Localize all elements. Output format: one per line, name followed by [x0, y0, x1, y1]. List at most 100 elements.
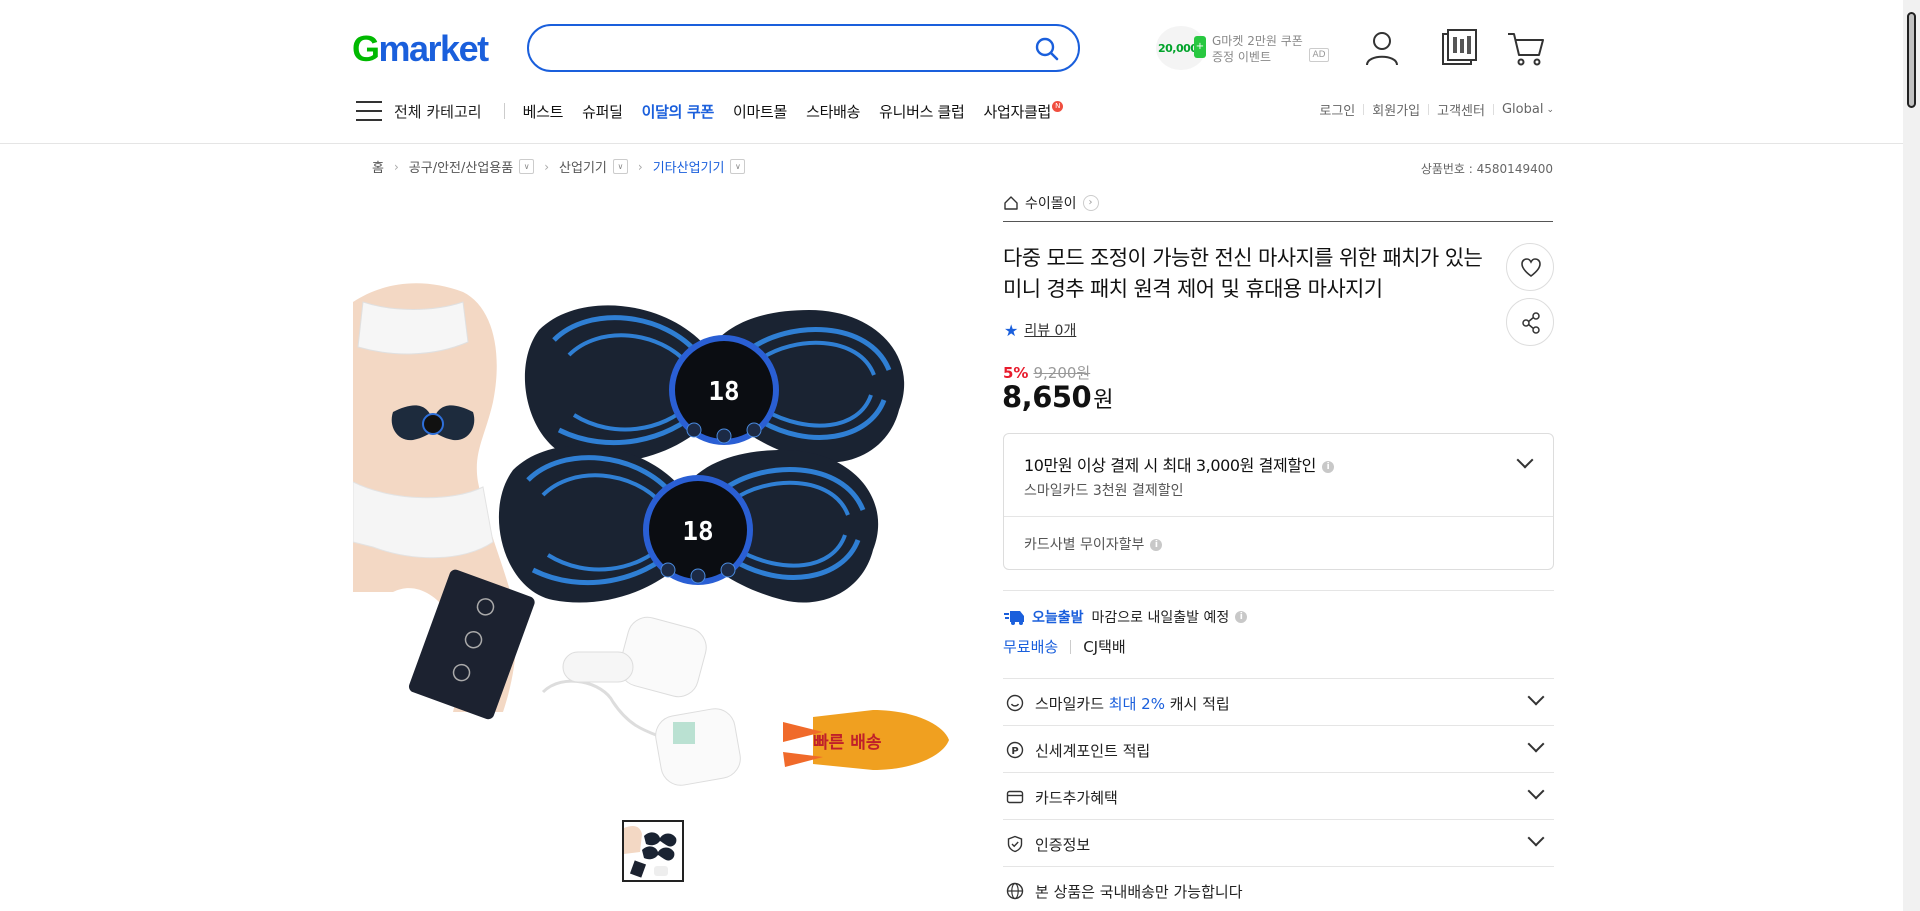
- credit-card-icon: [1006, 790, 1024, 804]
- globe-icon: [1006, 882, 1024, 900]
- star-icon: ★: [1004, 320, 1019, 340]
- certification-row[interactable]: 인증정보: [1003, 819, 1554, 866]
- info-icon[interactable]: i: [1321, 460, 1334, 473]
- dropdown-icon[interactable]: ∨: [519, 159, 535, 174]
- price-unit: 원: [1093, 388, 1113, 413]
- page-scrollbar[interactable]: [1903, 0, 1920, 911]
- chevron-right-icon: ›: [1082, 195, 1099, 211]
- coupon-ad-banner[interactable]: 20,000 + G마켓 2만원 쿠폰 증정 이벤트 AD: [1154, 22, 1334, 72]
- chevron-right-icon: ›: [544, 159, 550, 174]
- nav-star-delivery[interactable]: 스타배송: [806, 101, 860, 122]
- certification-label: 인증정보: [1035, 836, 1091, 854]
- breadcrumb-cat1[interactable]: 공구/안전/산업용품: [409, 157, 513, 176]
- nav-monthly-coupon[interactable]: 이달의 쿠폰: [642, 101, 715, 122]
- search-icon[interactable]: [1034, 36, 1060, 62]
- shipping-eta: 마감으로 내일출발 예정: [1091, 610, 1230, 626]
- breadcrumb-cat2[interactable]: 산업기기: [559, 157, 607, 176]
- wishlist-button[interactable]: [1506, 243, 1554, 291]
- chevron-down-icon: [1527, 782, 1545, 800]
- utility-links: 로그인 회원가입 고객센터 Global ⌄: [1319, 100, 1554, 119]
- dropdown-icon[interactable]: ∨: [612, 159, 628, 174]
- nav-superdeal[interactable]: 슈퍼딜: [582, 101, 623, 122]
- new-badge: N: [1052, 100, 1064, 112]
- scrollbar-thumb[interactable]: [1907, 12, 1916, 108]
- cart-icon[interactable]: [1506, 28, 1546, 68]
- courier-name: CJ택배: [1083, 638, 1126, 656]
- header-divider: [0, 143, 1903, 144]
- point-icon: P: [1006, 741, 1024, 759]
- ad-badge: AD: [1309, 48, 1329, 62]
- payment-benefit-box[interactable]: 10만원 이상 결제 시 최대 3,000원 결제할인 i 스마일카드 3천원 결…: [1003, 433, 1554, 570]
- heart-icon: [1521, 258, 1541, 278]
- chevron-down-icon: ⌄: [1546, 104, 1554, 115]
- breadcrumb-cat3[interactable]: 기타산업기기: [653, 157, 725, 176]
- store-home-icon: [1004, 196, 1018, 210]
- product-title: 다중 모드 조정이 가능한 전신 마사지를 위한 패치가 있는 미니 경추 패치…: [1003, 246, 1483, 301]
- svg-text:P: P: [1011, 746, 1018, 757]
- recent-viewed-icon[interactable]: [1438, 28, 1478, 68]
- my-account-icon[interactable]: [1362, 28, 1402, 68]
- today-shipping-label: 오늘출발: [1032, 610, 1084, 626]
- seller-name: 수이몰이: [1025, 196, 1077, 212]
- chevron-right-icon: ›: [637, 159, 643, 174]
- ad-line2: 증정 이벤트: [1212, 50, 1272, 64]
- chevron-down-icon: [1527, 735, 1545, 753]
- domestic-shipping-label: 본 상품은 국내배송만 가능합니다: [1035, 883, 1243, 901]
- sale-price: 8,650원: [1002, 380, 1113, 414]
- seller-link[interactable]: 수이몰이 ›: [1003, 193, 1099, 213]
- shipping-info: 오늘출발 마감으로 내일출발 예정 i: [1004, 607, 1248, 627]
- sticker-text: 빠른 배송: [813, 733, 882, 753]
- nav-universe-club[interactable]: 유니버스 클럽: [879, 101, 965, 122]
- chevron-down-icon: [1527, 829, 1545, 847]
- thumbnail-image: [624, 822, 682, 880]
- nav-best[interactable]: 베스트: [523, 101, 564, 122]
- smile-icon: [1006, 694, 1024, 712]
- smilecard-cashback-row[interactable]: 스마일카드 최대 2% 캐시 적립: [1003, 678, 1554, 725]
- all-categories-link[interactable]: 전체 카테고리: [394, 101, 482, 122]
- signup-link[interactable]: 회원가입: [1372, 100, 1420, 119]
- card-extra-benefit-row[interactable]: 카드추가혜택: [1003, 772, 1554, 819]
- smilecard-cashback-label: 스마일카드 최대 2% 캐시 적립: [1035, 695, 1230, 713]
- customer-center-link[interactable]: 고객센터: [1437, 100, 1485, 119]
- main-nav: 전체 카테고리 베스트 슈퍼딜 이달의 쿠폰 이마트몰 스타배송 유니버스 클럽…: [356, 96, 1082, 126]
- delivery-method: 무료배송 CJ택배: [1003, 636, 1126, 657]
- nav-emart[interactable]: 이마트몰: [733, 101, 787, 122]
- search-box[interactable]: [527, 24, 1080, 72]
- shield-check-icon: [1007, 835, 1023, 853]
- nav-business-club[interactable]: 사업자클럽 N: [983, 100, 1064, 122]
- chevron-down-icon: [1527, 688, 1545, 706]
- nav-business-club-label: 사업자클럽: [983, 102, 1052, 121]
- info-icon[interactable]: i: [1150, 539, 1163, 551]
- gmarket-logo[interactable]: Gmarket: [352, 28, 489, 70]
- benefit-subtitle: 스마일카드 3천원 결제할인: [1024, 483, 1184, 499]
- search-input[interactable]: [549, 26, 1029, 70]
- price-value: 8,650: [1002, 380, 1092, 414]
- nav-divider: [503, 103, 505, 119]
- global-link[interactable]: Global: [1502, 102, 1543, 117]
- product-number: 상품번호 : 4580149400: [1420, 162, 1553, 176]
- domestic-shipping-row: 본 상품은 국내배송만 가능합니다: [1003, 866, 1554, 911]
- breadcrumb-home[interactable]: 홈: [372, 157, 384, 176]
- chevron-right-icon: ›: [393, 159, 399, 174]
- login-link[interactable]: 로그인: [1319, 100, 1355, 119]
- review-summary[interactable]: ★ 리뷰 0개: [1004, 320, 1076, 340]
- share-button[interactable]: [1506, 298, 1554, 346]
- review-count: 리뷰 0개: [1024, 323, 1077, 339]
- product-main-image[interactable]: 18 18 빠른 배송: [353, 262, 949, 792]
- card-extra-benefit-label: 카드추가혜택: [1035, 789, 1118, 807]
- menu-icon[interactable]: [356, 101, 382, 121]
- display-digits: 18: [682, 517, 713, 547]
- dropdown-icon[interactable]: ∨: [730, 159, 746, 174]
- shinsegae-point-row[interactable]: P 신세계포인트 적립: [1003, 725, 1554, 772]
- chevron-down-icon[interactable]: [1516, 451, 1534, 469]
- product-thumbnail[interactable]: [622, 820, 684, 882]
- fast-delivery-icon: [1004, 611, 1024, 625]
- free-shipping-label: 무료배송: [1003, 638, 1059, 656]
- breadcrumb: 홈 › 공구/안전/산업용품 ∨ › 산업기기 ∨ › 기타산업기기 ∨: [372, 157, 746, 176]
- shinsegae-point-label: 신세계포인트 적립: [1035, 742, 1151, 760]
- ad-line1: G마켓 2만원 쿠폰: [1212, 34, 1303, 48]
- installment-info: 카드사별 무이자할부 i: [1024, 534, 1163, 554]
- info-icon[interactable]: i: [1235, 611, 1248, 623]
- coin-value: 20,000: [1158, 42, 1198, 55]
- benefit-title: 10만원 이상 결제 시 최대 3,000원 결제할인 i: [1024, 452, 1334, 476]
